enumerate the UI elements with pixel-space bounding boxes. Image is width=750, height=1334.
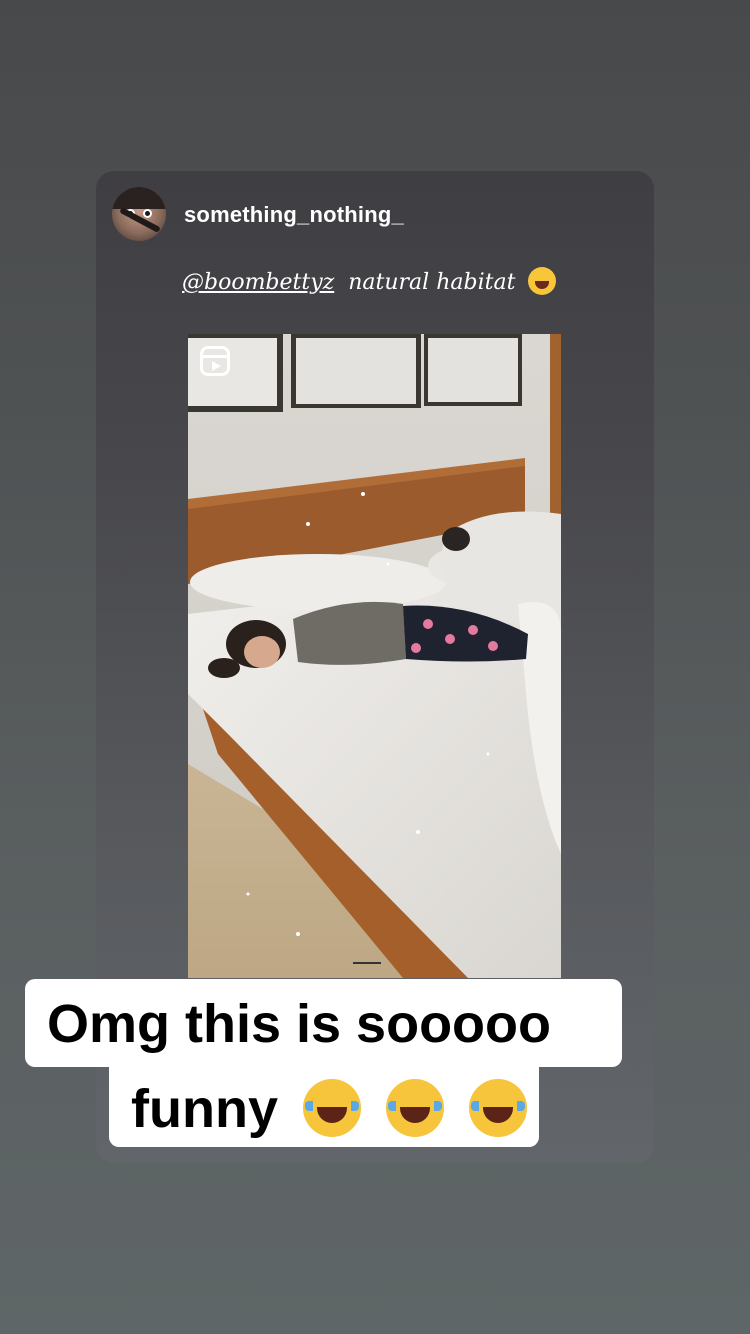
text-overlay-line-2: funny (109, 1067, 539, 1147)
reel-video[interactable] (188, 334, 561, 978)
avatar-prop (119, 207, 161, 233)
overlay-text-line-1: Omg this is sooooo (47, 994, 552, 1054)
reel-video-thumbnail (188, 334, 561, 978)
post-username[interactable]: something_nothing_ (184, 202, 404, 228)
tears-of-joy-emoji-icon (469, 1079, 528, 1137)
overlay-text-line-2: funny (131, 1079, 278, 1139)
avatar[interactable] (112, 187, 166, 241)
tears-of-joy-emoji-icon (303, 1079, 361, 1137)
post-caption: @boombettyz natural habitat (182, 267, 557, 295)
caption-mention[interactable]: @boombettyz (182, 270, 334, 295)
tears-of-joy-emoji-icon (386, 1079, 445, 1137)
caption-text: natural habitat (348, 270, 516, 295)
avatar-eye (143, 209, 152, 218)
text-overlay-line-1: Omg this is sooooo (25, 979, 622, 1067)
avatar-hair (112, 187, 166, 209)
reels-icon (200, 346, 230, 376)
rolling-laughing-emoji-icon (528, 267, 557, 295)
